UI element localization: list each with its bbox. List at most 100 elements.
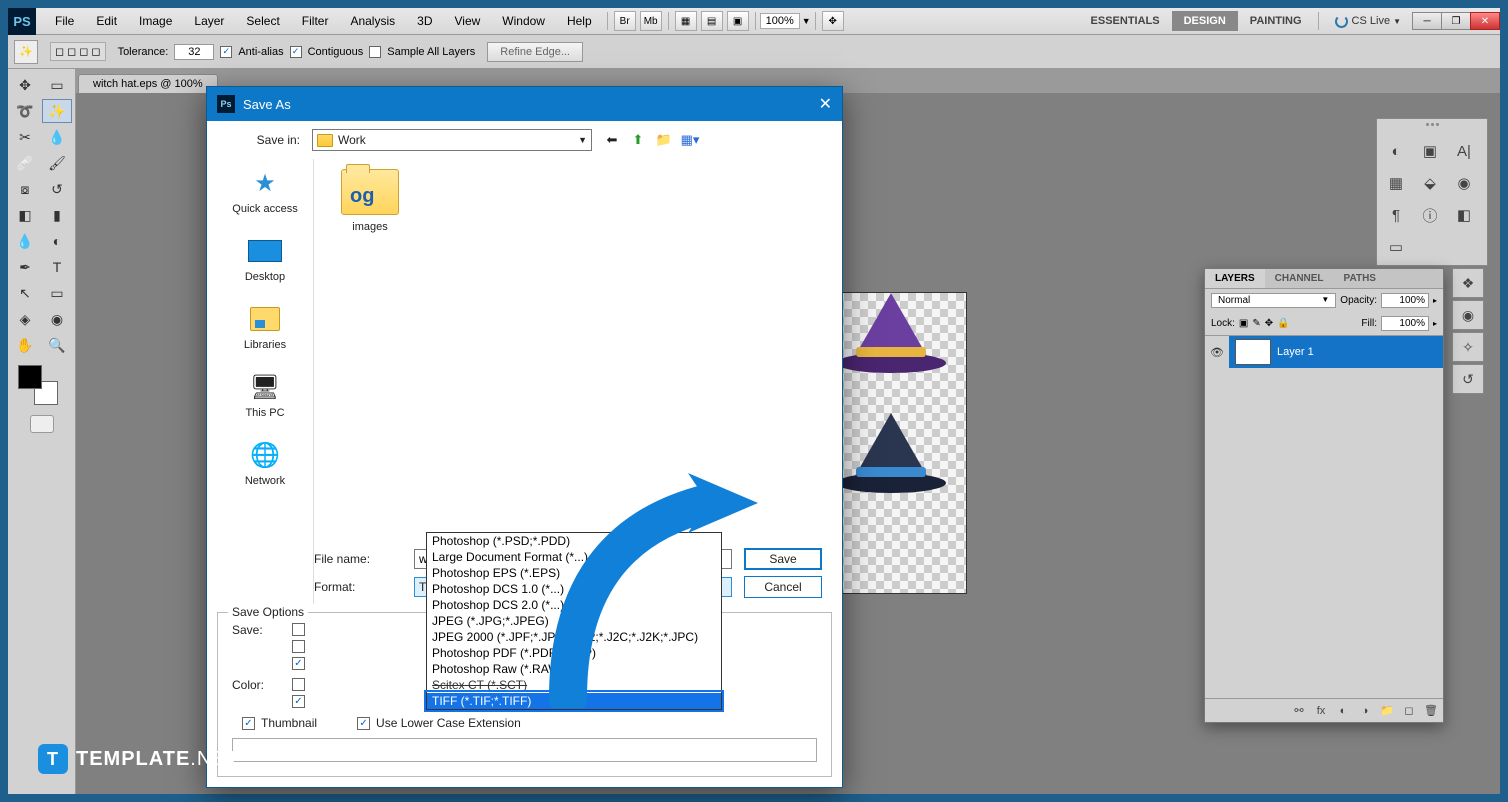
tolerance-input[interactable] <box>174 44 214 60</box>
contiguous-checkbox[interactable]: ✓ <box>290 46 302 58</box>
place-quick-access[interactable]: ★Quick access <box>232 167 297 215</box>
lock-transparency-icon[interactable]: ✎ <box>1252 318 1260 329</box>
marquee-tool-icon[interactable]: ▭ <box>42 73 72 97</box>
save-option-1[interactable] <box>292 623 305 636</box>
eyedropper-tool-icon[interactable]: 💧 <box>42 125 72 149</box>
menu-filter[interactable]: Filter <box>291 14 340 28</box>
menu-help[interactable]: Help <box>556 14 603 28</box>
layer-mask-icon[interactable]: ◐ <box>1335 703 1351 719</box>
zoom-level[interactable]: 100% <box>760 13 800 29</box>
view-guides-icon[interactable]: ▣ <box>727 11 749 31</box>
link-layers-icon[interactable]: ⚯ <box>1291 703 1307 719</box>
swatches-panel-icon[interactable]: ▦ <box>1381 169 1411 197</box>
nav-up-icon[interactable]: ⬆ <box>628 130 648 150</box>
hand-tool-icon[interactable]: ✋ <box>10 333 40 357</box>
path-tool-icon[interactable]: ↖ <box>10 281 40 305</box>
menu-3d[interactable]: 3D <box>406 14 443 28</box>
dodge-tool-icon[interactable]: ◐ <box>42 229 72 253</box>
window-close-button[interactable]: ✕ <box>1470 12 1500 30</box>
color-option-1[interactable] <box>292 678 305 691</box>
minibridge-button[interactable]: Mb <box>640 11 662 31</box>
lasso-tool-icon[interactable]: ➰ <box>10 99 40 123</box>
magic-wand-tool-icon[interactable]: ✨ <box>42 99 72 123</box>
cancel-button[interactable]: Cancel <box>744 576 822 598</box>
thumbnail-checkbox[interactable]: ✓Thumbnail <box>242 716 317 730</box>
adjustments-panel-icon[interactable]: ◐ <box>1381 137 1411 165</box>
save-option-3[interactable]: ✓ <box>292 657 305 670</box>
history-icon[interactable]: ↺ <box>1452 364 1484 394</box>
paths-tab[interactable]: PATHS <box>1334 269 1386 288</box>
adjustment-layer-icon[interactable]: ◑ <box>1357 703 1373 719</box>
window-minimize-button[interactable]: ─ <box>1412 12 1442 30</box>
menu-view[interactable]: View <box>443 14 491 28</box>
nav-back-icon[interactable]: ⬅ <box>602 130 622 150</box>
layers-tab[interactable]: LAYERS <box>1205 269 1265 288</box>
format-option[interactable]: JPEG 2000 (*.JPF;*.JPX;*.JP2;*.J2C;*.J2K… <box>427 629 721 645</box>
format-option[interactable]: Photoshop DCS 2.0 (*...) <box>427 597 721 613</box>
masks-panel-icon[interactable]: ▣ <box>1415 137 1445 165</box>
layers-icon[interactable]: ❖ <box>1452 268 1484 298</box>
lock-all-icon[interactable]: 🔒 <box>1277 318 1289 329</box>
refine-edge-button[interactable]: Refine Edge... <box>487 42 583 62</box>
color-panel-icon[interactable]: ◧ <box>1449 201 1479 229</box>
new-layer-icon[interactable]: ◻ <box>1401 703 1417 719</box>
format-option[interactable]: Scitex CT (*.SCT) <box>427 677 721 693</box>
view-extras-icon[interactable]: ▦ <box>675 11 697 31</box>
zoom-tool-icon[interactable]: 🔍 <box>42 333 72 357</box>
shape-tool-icon[interactable]: ▭ <box>42 281 72 305</box>
type-tool-icon[interactable]: T <box>42 255 72 279</box>
eraser-tool-icon[interactable]: ◧ <box>10 203 40 227</box>
menu-select[interactable]: Select <box>235 14 290 28</box>
layer-style-icon[interactable]: fx <box>1313 703 1329 719</box>
character-panel-icon[interactable]: A| <box>1449 137 1479 165</box>
workspace-essentials[interactable]: ESSENTIALS <box>1079 11 1172 31</box>
history-brush-icon[interactable]: ↺ <box>42 177 72 201</box>
hand-icon[interactable]: ✥ <box>822 11 844 31</box>
format-option[interactable]: Photoshop PDF (*.PDF;*.PDP) <box>427 645 721 661</box>
format-option[interactable]: Photoshop DCS 1.0 (*...) <box>427 581 721 597</box>
selection-mode-group[interactable]: ◻ ◻ ◻ ◻ <box>50 42 106 61</box>
menu-layer[interactable]: Layer <box>183 14 235 28</box>
dialog-close-button[interactable]: ✕ <box>819 94 832 114</box>
lowercase-checkbox[interactable]: ✓Use Lower Case Extension <box>357 716 521 730</box>
save-button[interactable]: Save <box>744 548 822 570</box>
styles-panel-icon[interactable]: ⬙ <box>1415 169 1445 197</box>
paths-icon[interactable]: ✧ <box>1452 332 1484 362</box>
menu-analysis[interactable]: Analysis <box>339 14 406 28</box>
move-tool-icon[interactable]: ✥ <box>10 73 40 97</box>
healing-tool-icon[interactable]: 🩹 <box>10 151 40 175</box>
blend-mode-select[interactable]: Normal ▼ <box>1211 293 1336 308</box>
view-menu-icon[interactable]: ▦▾ <box>680 130 700 150</box>
subtract-selection-icon[interactable]: ◻ <box>79 45 88 58</box>
format-option[interactable]: Large Document Format (*...) <box>427 549 721 565</box>
format-option[interactable]: JPEG (*.JPG;*.JPEG) <box>427 613 721 629</box>
save-option-2[interactable] <box>292 640 305 653</box>
view-rulers-icon[interactable]: ▤ <box>701 11 723 31</box>
blur-tool-icon[interactable]: 💧 <box>10 229 40 253</box>
sample-all-checkbox[interactable] <box>369 46 381 58</box>
opacity-input[interactable]: 100% <box>1381 293 1429 308</box>
save-in-select[interactable]: Work ▼ <box>312 129 592 151</box>
active-tool-icon[interactable]: ✨ <box>14 40 38 64</box>
3d-camera-icon[interactable]: ◉ <box>42 307 72 331</box>
anti-alias-checkbox[interactable]: ✓ <box>220 46 232 58</box>
workspace-design[interactable]: DESIGN <box>1172 11 1238 31</box>
crop-tool-icon[interactable]: ✂ <box>10 125 40 149</box>
menu-window[interactable]: Window <box>491 14 556 28</box>
brush-presets-icon[interactable]: ◉ <box>1449 169 1479 197</box>
document-tab[interactable]: witch hat.eps @ 100% <box>78 74 218 93</box>
color-option-2[interactable]: ✓ <box>292 695 305 708</box>
color-swatches[interactable] <box>18 365 58 405</box>
navigator-panel-icon[interactable]: ▭ <box>1381 233 1411 261</box>
format-option-selected[interactable]: TIFF (*.TIF;*.TIFF) <box>427 693 721 709</box>
format-option[interactable]: Photoshop Raw (*.RAW) <box>427 661 721 677</box>
stamp-tool-icon[interactable]: ⧇ <box>10 177 40 201</box>
info-panel-icon[interactable]: ⓘ <box>1415 201 1445 229</box>
channels-icon[interactable]: ◉ <box>1452 300 1484 330</box>
gradient-tool-icon[interactable]: ▮ <box>42 203 72 227</box>
layer-visibility-icon[interactable]: 👁 <box>1205 336 1229 368</box>
add-selection-icon[interactable]: ◻ <box>67 45 76 58</box>
folder-images[interactable]: og images <box>334 169 406 233</box>
intersect-selection-icon[interactable]: ◻ <box>91 45 100 58</box>
workspace-painting[interactable]: PAINTING <box>1238 11 1314 31</box>
